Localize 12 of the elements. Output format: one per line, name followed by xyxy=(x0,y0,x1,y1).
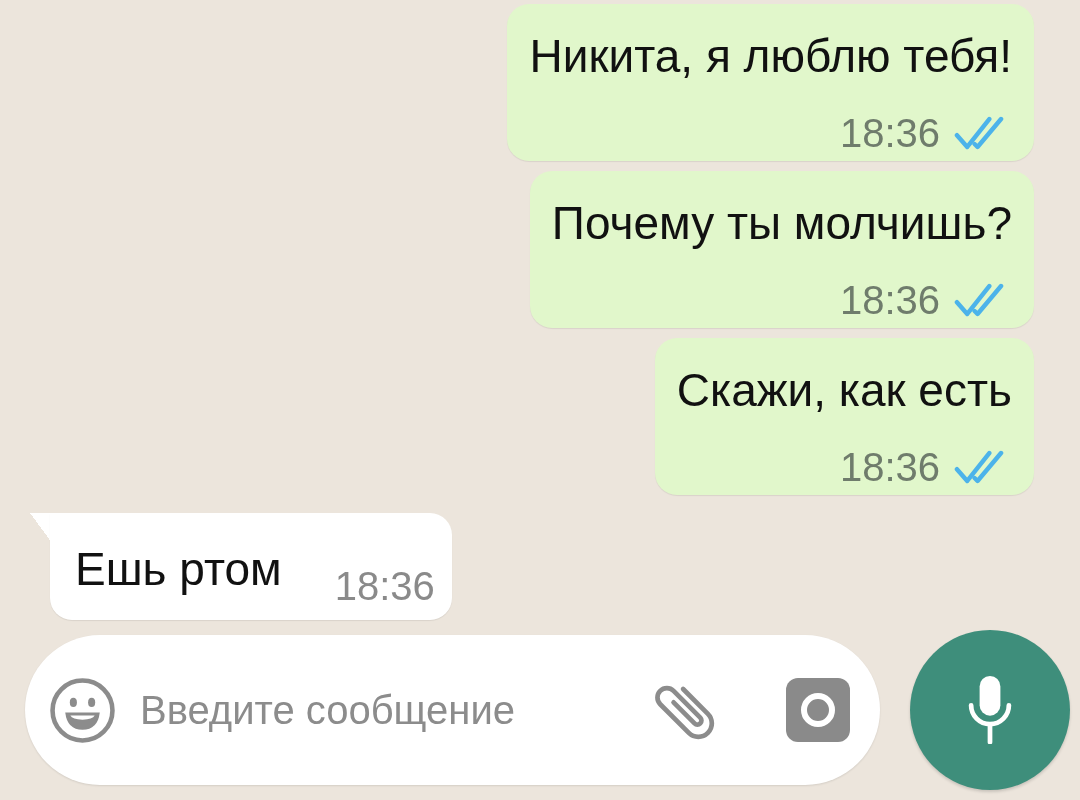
message-time: 18:36 xyxy=(839,111,940,155)
emoji-icon[interactable] xyxy=(50,677,115,743)
camera-icon[interactable] xyxy=(786,678,850,742)
microphone-icon xyxy=(967,676,1013,744)
message-time: 18:36 xyxy=(839,278,940,322)
message-text: Почему ты молчишь? xyxy=(551,196,1012,250)
message-text: Скажи, как есть xyxy=(676,363,1012,417)
message-text: Никита, я люблю тебя! xyxy=(529,29,1012,83)
message-text: Ешь ртом xyxy=(75,542,282,596)
message-input[interactable]: Введите сообщение xyxy=(140,682,634,738)
message-time: 18:36 xyxy=(334,564,435,608)
message-time: 18:36 xyxy=(839,445,940,489)
